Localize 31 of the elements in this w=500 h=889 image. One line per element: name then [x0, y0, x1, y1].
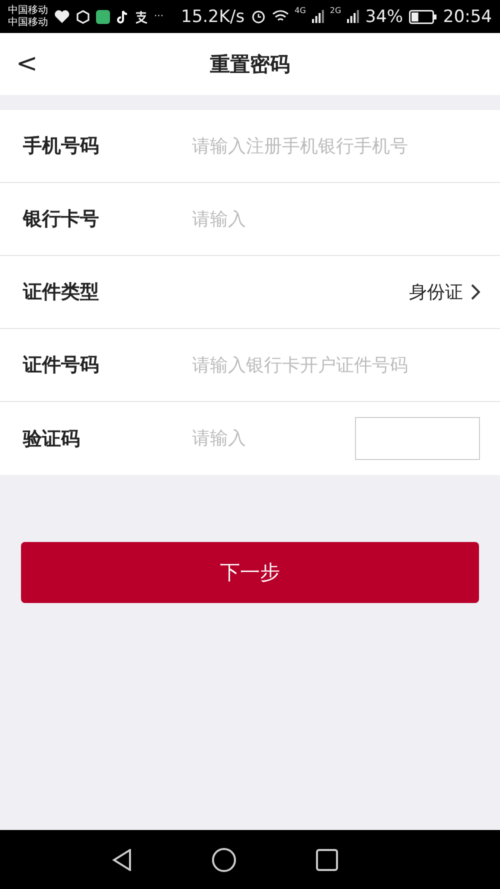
alarm-icon [250, 9, 266, 24]
back-button[interactable]: < [10, 47, 44, 81]
signal-icon [347, 10, 360, 23]
hexagon-icon [76, 10, 90, 24]
network-type: 4G [294, 6, 306, 15]
wifi-icon [272, 10, 289, 23]
home-icon[interactable] [212, 848, 236, 872]
signal-icon [312, 10, 324, 23]
more-notifications: ··· [154, 11, 164, 22]
recent-apps-icon[interactable] [316, 848, 338, 870]
network-speed: 15.2K/s [181, 6, 245, 26]
field-label: 证件类型 [23, 280, 100, 305]
carrier-name: 中国移动 [8, 4, 48, 16]
chevron-right-icon[interactable] [471, 284, 480, 300]
app-icon [96, 10, 110, 24]
back-icon[interactable] [112, 848, 132, 870]
next-button[interactable]: 下一步 [21, 542, 479, 603]
network-type: 2G [330, 6, 342, 15]
field-label: 银行卡号 [23, 207, 100, 232]
field-label: 手机号码 [23, 134, 100, 159]
clock-time: 20:54 [443, 6, 492, 26]
battery-percent: 34% [365, 6, 403, 26]
select-value[interactable]: 身份证 [409, 280, 463, 304]
field-label: 验证码 [23, 426, 81, 452]
battery-icon [409, 10, 437, 24]
heart-icon [54, 10, 70, 24]
field-label: 证件号码 [23, 353, 100, 378]
page-title: 重置密码 [210, 50, 290, 78]
carrier-name: 中国移动 [8, 16, 48, 28]
music-note-icon [116, 10, 128, 24]
pay-icon [134, 10, 148, 24]
